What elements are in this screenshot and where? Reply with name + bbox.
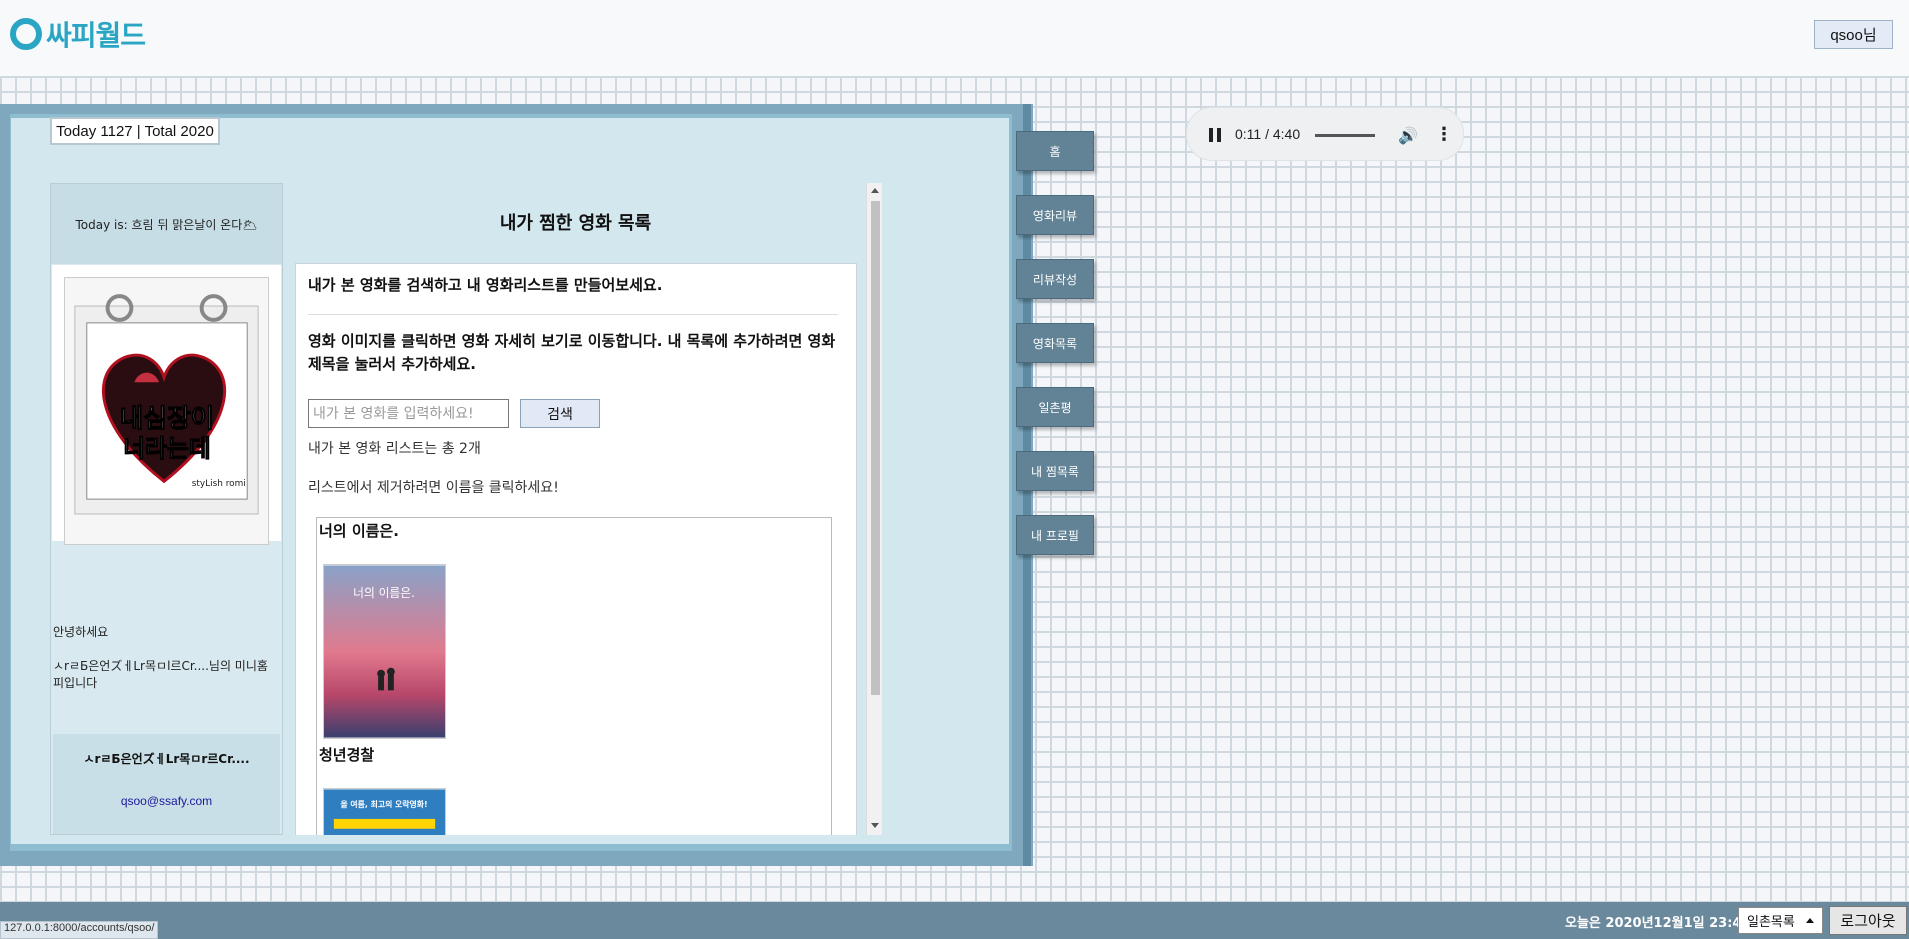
- remove-hint: 리스트에서 제거하려면 이름을 클릭하세요!: [308, 480, 559, 496]
- movie-poster-2[interactable]: 올 여름, 최고의 오락영화!: [323, 788, 446, 835]
- instruction-1: 내가 본 영화를 검색하고 내 영화리스트를 만들어보세요.: [308, 276, 663, 294]
- header: 싸피월드 qsoo님: [0, 0, 1909, 76]
- scrollbar[interactable]: [866, 183, 882, 835]
- audio-player: 0:11 / 4:40 🔊 ⋮: [1186, 107, 1464, 161]
- ilchon-select-value: 일촌목록: [1747, 915, 1795, 930]
- volume-icon[interactable]: 🔊: [1398, 126, 1418, 145]
- audio-seek-bar[interactable]: [1315, 134, 1375, 137]
- tab-my-watchlist[interactable]: 내 찜목록: [1016, 451, 1094, 491]
- owner-name: ㅅrㄹБ은언ズㅔLr목ㅁr르Cr....: [83, 752, 250, 766]
- svg-text:올 여름, 최고의 오락영화!: 올 여름, 최고의 오락영화!: [340, 799, 427, 809]
- more-options-icon[interactable]: ⋮: [1435, 124, 1453, 145]
- movie-list: 너의 이름은. 너의 이름은. 청년경찰 올 여름, 최고의 오락영화!: [316, 517, 832, 835]
- ilchon-select[interactable]: 일촌목록: [1738, 907, 1823, 934]
- profile-column: Today is: 흐림 뒤 맑은날이 온다🌥 내심장이 너라는데 styLis…: [50, 183, 283, 835]
- movie-card: 내가 본 영화를 검색하고 내 영화리스트를 만들어보세요. 영화 이미지를 클…: [295, 263, 857, 835]
- pause-icon[interactable]: [1209, 128, 1221, 142]
- movie-count: 내가 본 영화 리스트는 총 2개: [308, 441, 481, 457]
- tab-ilchon-review[interactable]: 일촌평: [1016, 387, 1094, 427]
- greeting: 안녕하세요: [53, 625, 109, 639]
- tab-movie-review[interactable]: 영화리뷰: [1016, 195, 1094, 235]
- visit-counter: Today 1127 | Total 2020: [50, 117, 220, 145]
- instruction-2: 영화 이미지를 클릭하면 영화 자세히 보기로 이동합니다. 내 목록에 추가하…: [308, 332, 836, 373]
- logo-text: 싸피월드: [46, 19, 146, 52]
- intro-text: 안녕하세요 ㅅrㄹБ은언ズㅔLr목ㅁl르Cr....님의 미니홈피입니다: [53, 624, 278, 692]
- content-panel: 내가 찜한 영화 목록 내가 본 영화를 검색하고 내 영화리스트를 만들어보세…: [283, 183, 882, 835]
- movie-title-1[interactable]: 너의 이름은.: [319, 520, 399, 541]
- tab-home[interactable]: 홈: [1016, 131, 1094, 171]
- search-input[interactable]: [308, 399, 509, 428]
- caret-up-icon: [1806, 918, 1814, 923]
- logo-ring-icon: [10, 18, 42, 50]
- movie-title-2[interactable]: 청년경찰: [319, 744, 374, 765]
- divider: [308, 314, 838, 315]
- profile-image: 내심장이 너라는데 styLish romi: [64, 277, 269, 545]
- profile-image-caption: styLish romi: [192, 479, 246, 489]
- scroll-thumb[interactable]: [871, 201, 880, 695]
- today-mood: Today is: 흐림 뒤 맑은날이 온다🌥: [51, 184, 282, 264]
- profile-image-panel: 내심장이 너라는데 styLish romi: [52, 265, 281, 545]
- date-text: 오늘은 2020년12월1일 23:41: [1565, 916, 1751, 931]
- tab-my-profile[interactable]: 내 프로필: [1016, 515, 1094, 555]
- svg-text:내심장이: 내심장이: [120, 404, 215, 434]
- tab-movie-list[interactable]: 영화목록: [1016, 323, 1094, 363]
- page-title: 내가 찜한 영화 목록: [499, 213, 652, 234]
- owner-email[interactable]: qsoo@ssafy.com: [53, 794, 280, 808]
- owner-box: ㅅrㄹБ은언ズㅔLr목ㅁr르Cr.... qsoo@ssafy.com: [53, 734, 280, 834]
- svg-text:너라는데: 너라는데: [123, 435, 210, 463]
- audio-time: 0:11 / 4:40: [1235, 126, 1301, 142]
- movie-poster-1[interactable]: 너의 이름은.: [323, 564, 446, 739]
- logout-button[interactable]: 로그아웃: [1829, 906, 1907, 935]
- user-button[interactable]: qsoo님: [1814, 20, 1893, 49]
- status-url: 127.0.0.1:8000/accounts/qsoo/: [0, 921, 159, 939]
- tab-write-review[interactable]: 리뷰작성: [1016, 259, 1094, 299]
- search-button[interactable]: 검색: [520, 399, 600, 428]
- scroll-up-icon[interactable]: [871, 188, 879, 193]
- scroll-down-icon[interactable]: [871, 823, 879, 828]
- logo[interactable]: 싸피월드: [10, 14, 146, 54]
- svg-text:너의 이름은.: 너의 이름은.: [353, 586, 415, 600]
- intro-description: ㅅrㄹБ은언ズㅔLr목ㅁl르Cr....님의 미니홈피입니다: [53, 659, 268, 690]
